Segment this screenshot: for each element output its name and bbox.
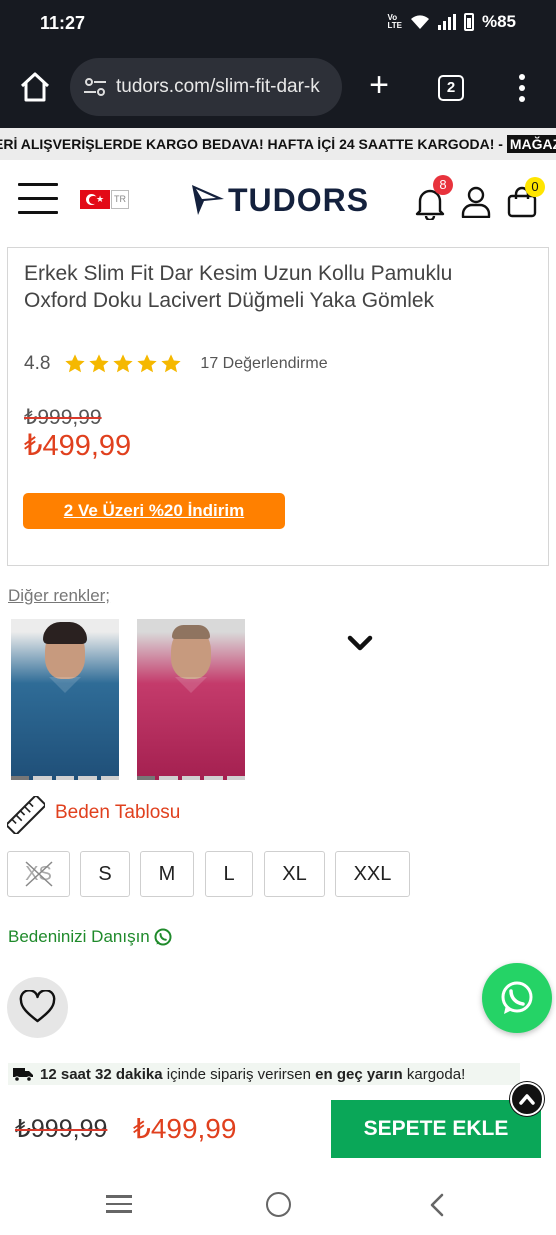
size-option-xxl[interactable]: XXL xyxy=(335,851,410,897)
tab-switcher-button[interactable]: 2 xyxy=(438,75,464,101)
size-option-xs[interactable]: XS xyxy=(7,851,70,897)
brand-name: TUDORS xyxy=(228,181,370,218)
ruler-icon[interactable] xyxy=(7,796,45,834)
bottom-original-price: ₺999,99 xyxy=(15,1115,108,1143)
star-icon xyxy=(65,354,86,373)
star-icon xyxy=(137,354,158,373)
sale-price: ₺499,99 xyxy=(24,430,132,462)
unavailable-cross-icon xyxy=(25,861,53,887)
back-icon[interactable] xyxy=(428,1192,446,1218)
promo-discount-button[interactable]: 2 Ve Üzeri %20 İndirim xyxy=(23,493,285,529)
review-count-link[interactable]: 17 Değerlendirme xyxy=(200,355,327,373)
whatsapp-icon xyxy=(154,928,172,946)
status-bar: 11:27 Vo LTE %85 xyxy=(0,0,556,48)
browser-toolbar: tudors.com/slim-fit-dar-k + 2 xyxy=(0,48,556,128)
site-header: ★ TR TUDORS 8 0 xyxy=(0,160,556,242)
size-guide-link[interactable]: Beden Tablosu xyxy=(55,802,180,824)
whatsapp-icon xyxy=(501,981,533,1014)
notification-badge: 8 xyxy=(433,175,453,195)
whatsapp-chat-button[interactable] xyxy=(482,963,552,1033)
chevron-down-icon[interactable] xyxy=(347,634,373,652)
volte-icon: Vo LTE xyxy=(387,13,402,30)
truck-icon xyxy=(13,1068,33,1082)
color-variant-pink[interactable] xyxy=(137,619,245,780)
language-selector[interactable]: TR xyxy=(111,190,129,209)
address-bar[interactable]: tudors.com/slim-fit-dar-k xyxy=(70,58,342,116)
new-tab-icon[interactable]: + xyxy=(364,68,394,104)
url-text[interactable]: tudors.com/slim-fit-dar-k xyxy=(116,76,320,98)
purchase-bar: ₺999,99 ₺499,99 SEPETE EKLE xyxy=(0,1090,556,1170)
turkey-flag-icon[interactable]: ★ xyxy=(80,190,110,209)
flag-pennant-icon xyxy=(192,185,224,215)
size-option-l[interactable]: L xyxy=(205,851,253,897)
size-option-m[interactable]: M xyxy=(140,851,194,897)
product-info-card: Erkek Slim Fit Dar Kesim Uzun Kollu Pamu… xyxy=(7,247,549,566)
recent-apps-icon[interactable] xyxy=(106,1195,132,1215)
size-option-xl[interactable]: XL xyxy=(264,851,325,897)
size-consult-label: Bedeninizi Danışın xyxy=(8,927,150,946)
size-option-s[interactable]: S xyxy=(80,851,130,897)
announcement-text: ERİ ALIŞVERİŞLERDE KARGO BEDAVA! HAFTA İ… xyxy=(0,136,507,152)
star-icon xyxy=(161,354,182,373)
home-nav-icon[interactable] xyxy=(266,1192,291,1217)
battery-level: %85 xyxy=(481,12,516,31)
shipping-deadline: en geç yarın xyxy=(315,1065,403,1083)
chevron-up-icon xyxy=(519,1094,535,1105)
more-menu-icon[interactable] xyxy=(512,72,532,104)
system-indicators: Vo LTE %85 xyxy=(387,12,516,32)
signal-icon xyxy=(437,14,456,30)
shipping-time: 12 saat 32 dakika xyxy=(40,1065,163,1083)
star-rating xyxy=(64,353,182,375)
size-consult-link[interactable]: Bedeninizi Danışın xyxy=(8,927,172,947)
site-settings-icon[interactable] xyxy=(82,74,108,100)
system-nav-bar xyxy=(0,1170,556,1235)
image-pager xyxy=(11,776,119,780)
bottom-sale-price: ₺499,99 xyxy=(133,1113,237,1144)
menu-hamburger-icon[interactable] xyxy=(18,183,58,215)
rating-row[interactable]: 4.8 17 Değerlendirme xyxy=(24,353,328,375)
clock: 11:27 xyxy=(40,13,86,33)
rating-value: 4.8 xyxy=(24,353,51,374)
home-icon[interactable] xyxy=(18,70,52,104)
original-price: ₺999,99 xyxy=(24,406,102,429)
user-account-icon[interactable] xyxy=(461,186,491,218)
other-colors-link[interactable]: Diğer renkler; xyxy=(8,586,110,606)
star-icon xyxy=(89,354,110,373)
scroll-to-top-button[interactable] xyxy=(510,1082,544,1116)
image-pager xyxy=(137,776,245,780)
wifi-icon xyxy=(410,15,429,29)
battery-icon xyxy=(463,13,474,31)
favorite-button[interactable] xyxy=(7,977,68,1038)
add-to-cart-button[interactable]: SEPETE EKLE xyxy=(331,1100,541,1158)
shipping-countdown: 12 saat 32 dakika içinde sipariş verirse… xyxy=(8,1063,520,1085)
star-icon xyxy=(113,354,134,373)
announcement-highlight: MAĞAZ xyxy=(506,135,556,153)
cart-count-badge: 0 xyxy=(525,177,545,197)
color-variant-navy[interactable] xyxy=(11,619,119,780)
heart-icon xyxy=(19,990,56,1023)
brand-logo[interactable]: TUDORS xyxy=(190,180,369,220)
product-title: Erkek Slim Fit Dar Kesim Uzun Kollu Pamu… xyxy=(24,262,453,312)
announcement-bar: ERİ ALIŞVERİŞLERDE KARGO BEDAVA! HAFTA İ… xyxy=(0,128,556,160)
